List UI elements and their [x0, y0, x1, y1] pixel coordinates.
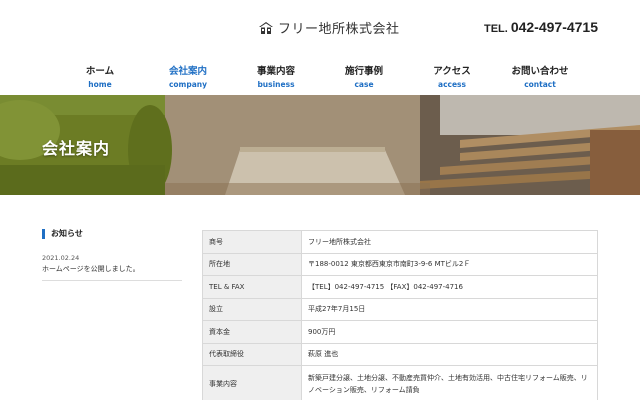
row-label: 代表取締役 [202, 342, 302, 366]
row-value: フリー地所株式会社 [301, 230, 598, 254]
nav-item-contact[interactable]: お問い合わせ contact [496, 66, 584, 90]
phone-number[interactable]: TEL. 042-497-4715 [484, 19, 598, 35]
table-row: TEL & FAX 【TEL】042-497-4715 【FAX】042-497… [202, 275, 598, 299]
table-row: 代表取締役 萩原 進也 [202, 342, 598, 366]
nav-label: 会社案内 [168, 66, 207, 77]
nav-sublabel: home [88, 80, 112, 89]
company-info-table: 商号 フリー地所株式会社 所在地 〒188-0012 東京都西東京市南町3-9-… [202, 230, 598, 400]
news-heading: お知らせ [42, 229, 83, 239]
table-row: 設立 平成27年7月15日 [202, 297, 598, 321]
row-value: 【TEL】042-497-4715 【FAX】042-497-4716 [301, 275, 598, 299]
row-label: 設立 [202, 297, 302, 321]
nav-item-business[interactable]: 事業内容 business [232, 66, 320, 90]
hero-banner: 会社案内 [0, 95, 640, 195]
row-value-line: 新築戸建分譲、土地分譲、不動産売買仲介、土地有効活用、中古住宅リフォーム販売、リ [308, 373, 588, 382]
nav-sublabel: company [168, 80, 208, 89]
nav-sublabel: business [257, 80, 295, 89]
row-value: 萩原 進也 [301, 342, 598, 366]
news-title[interactable]: ホームページを公開しました。 [42, 264, 140, 274]
nav-label: アクセス [433, 66, 471, 77]
house-logo-icon [258, 21, 274, 35]
nav-item-access[interactable]: アクセス access [408, 66, 496, 90]
row-value: 平成27年7月15日 [301, 297, 598, 321]
main-nav: ホーム home 会社案内 company 事業内容 business 施行事例… [56, 66, 584, 90]
nav-item-home[interactable]: ホーム home [56, 66, 144, 90]
nav-item-company[interactable]: 会社案内 company [144, 66, 232, 90]
company-logo[interactable]: フリー地所株式会社 [258, 18, 400, 37]
row-value: 〒188-0012 東京都西東京市南町3-9-6 MTビル2Ｆ [301, 252, 598, 276]
nav-item-case[interactable]: 施行事例 case [320, 66, 408, 90]
nav-sublabel: contact [524, 80, 556, 89]
page-title: 会社案内 [42, 139, 111, 158]
nav-label: 施行事例 [344, 66, 383, 77]
nav-label: ホーム [85, 66, 115, 77]
row-label: TEL & FAX [202, 275, 302, 299]
nav-sublabel: case [354, 80, 374, 89]
row-value: 900万円 [301, 320, 598, 344]
nav-label: お問い合わせ [511, 66, 569, 77]
row-label: 資本金 [202, 320, 302, 344]
news-date: 2021.02.24 [42, 254, 80, 262]
company-name: フリー地所株式会社 [278, 22, 400, 37]
tel-number: 042-497-4715 [510, 19, 598, 35]
table-row: 所在地 〒188-0012 東京都西東京市南町3-9-6 MTビル2Ｆ [202, 252, 598, 276]
table-row: 事業内容 新築戸建分譲、土地分譲、不動産売買仲介、土地有効活用、中古住宅リフォー… [202, 365, 598, 400]
news-divider [42, 280, 182, 281]
table-row: 商号 フリー地所株式会社 [202, 230, 598, 254]
row-value-line: ノベーション販売、リフォーム請負 [308, 385, 420, 394]
nav-sublabel: access [438, 80, 466, 89]
tel-label: TEL. [483, 23, 508, 35]
row-value: 新築戸建分譲、土地分譲、不動産売買仲介、土地有効活用、中古住宅リフォーム販売、リ… [301, 365, 598, 400]
row-label: 商号 [202, 230, 302, 254]
table-row: 資本金 900万円 [202, 320, 598, 344]
nav-label: 事業内容 [256, 66, 295, 77]
row-label: 所在地 [202, 252, 302, 276]
row-label: 事業内容 [202, 365, 302, 400]
